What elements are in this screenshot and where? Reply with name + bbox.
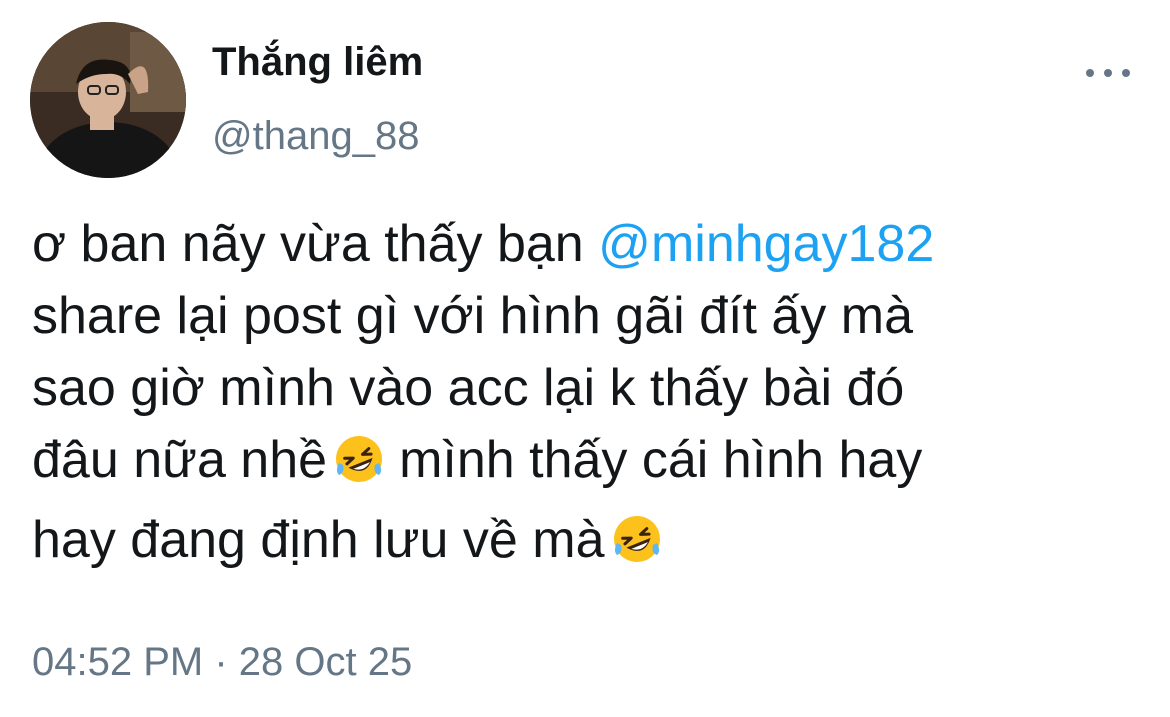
tweet-line: hay đang định lưu về mà: [32, 504, 1142, 576]
more-dot: [1122, 69, 1130, 77]
tweet-line: share lại post gì với hình gãi đít ấy mà: [32, 287, 914, 345]
tweet-text-segment: ơ ban nãy vừa thấy bạn: [32, 215, 599, 273]
more-dot: [1086, 69, 1094, 77]
tweet-line: ơ ban nãy vừa thấy bạn @minhgay182: [32, 208, 1142, 280]
rolling-laughing-emoji-icon: [611, 513, 663, 565]
user-handle[interactable]: @thang_88: [212, 112, 419, 160]
tweet-line: đâu nữa nhề mình thấy cái hình hay: [32, 424, 1142, 496]
tweet-time: 04:52 PM: [32, 640, 204, 684]
tweet-text-segment: mình thấy cái hình hay: [399, 431, 923, 489]
meta-separator: ·: [214, 640, 228, 684]
tweet-timestamp[interactable]: 04:52 PM · 28 Oct 25: [32, 638, 412, 686]
tweet: Thắng liêm @thang_88 ơ ban nãy vừa thấy …: [0, 0, 1170, 717]
tweet-line: sao giờ mình vào acc lại k thấy bài đó: [32, 359, 905, 417]
rolling-laughing-emoji-icon: [333, 433, 385, 485]
avatar-photo: [30, 22, 186, 178]
more-options-icon[interactable]: [1086, 62, 1130, 84]
tweet-text: ơ ban nãy vừa thấy bạn @minhgay182 share…: [32, 208, 1142, 576]
display-name[interactable]: Thắng liêm: [212, 38, 423, 86]
tweet-date: 28 Oct 25: [238, 640, 413, 684]
avatar[interactable]: [30, 22, 186, 178]
mention-link[interactable]: @minhgay182: [598, 215, 934, 273]
more-dot: [1104, 69, 1112, 77]
tweet-text-segment: hay đang định lưu về mà: [32, 511, 605, 569]
tweet-text-segment: đâu nữa nhề: [32, 431, 328, 489]
